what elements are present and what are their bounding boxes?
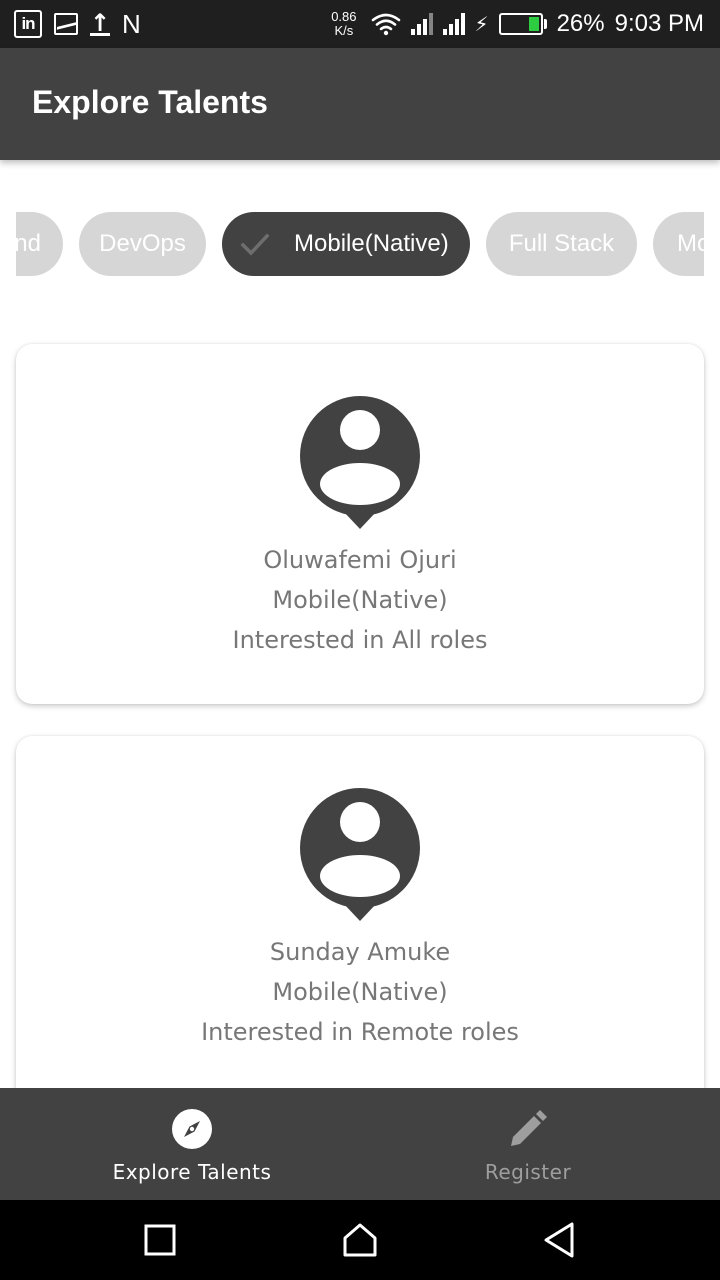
chip-label: Mobile(Native) [294,230,449,257]
nav-label: Register [484,1160,572,1184]
talent-name: Oluwafemi Ojuri [263,546,457,574]
clock: 9:03 PM [614,10,704,37]
nav-label: Explore Talents [112,1160,272,1184]
battery-level-fill [529,17,539,31]
image-icon [54,13,78,35]
system-navigation-bar [0,1200,720,1280]
chip-label: End [16,230,41,257]
talent-role: Mobile(Native) [272,978,448,1006]
bottom-navigation: Explore Talents Register [0,1088,720,1200]
signal-strength-icon-2 [442,13,465,35]
back-icon[interactable] [540,1220,580,1260]
compass-icon [172,1109,212,1149]
chip-label: DevOps [99,230,186,257]
chip-end[interactable]: End [16,212,63,276]
pencil-icon [511,1110,547,1146]
category-chip-list[interactable]: End DevOps Mobile(Native) Full Stack Mo [16,212,704,276]
notification-icons: in ↑ N [14,8,141,40]
network-speed-value: 0.86 [331,9,357,24]
page-title: Explore Talents [32,84,268,120]
system-status: 0.86 K/s ⚡ 26% 9:03 PM [331,6,704,42]
check-icon [240,233,270,256]
upload-icon: ↑ [89,8,111,37]
chip-label: Full Stack [508,230,615,257]
chip-label: Mo [677,230,704,257]
charging-icon: ⚡ [474,12,489,36]
recents-icon[interactable] [140,1220,180,1260]
talent-role: Mobile(Native) [272,586,448,614]
status-bar: in ↑ N 0.86 K/s ⚡ 26% 9:03 PM [0,0,720,48]
network-speed: 0.86 K/s [331,10,356,38]
battery-icon [498,13,547,35]
network-speed-unit: K/s [334,23,354,38]
chip-full-stack[interactable]: Full Stack [486,212,637,276]
linkedin-icon: in [14,10,42,38]
chip-mo[interactable]: Mo [653,212,704,276]
home-icon[interactable] [340,1220,380,1260]
nav-item-register[interactable]: Register [348,1088,708,1200]
talent-interest: Interested in Remote roles [201,1018,519,1046]
chip-mobile-native[interactable]: Mobile(Native) [222,212,470,276]
talent-name: Sunday Amuke [269,938,451,966]
profile-pin-icon [300,396,420,529]
talent-interest: Interested in All roles [232,626,488,654]
wifi-icon [371,13,400,36]
app-bar: Explore Talents [0,48,720,160]
signal-strength-icon-1 [410,13,433,35]
battery-percent: 26% [556,10,605,37]
nav-item-explore-talents[interactable]: Explore Talents [12,1088,372,1200]
n-icon: N [122,8,141,39]
talent-card[interactable]: Oluwafemi Ojuri Mobile(Native) Intereste… [16,344,704,704]
talent-card[interactable]: Sunday Amuke Mobile(Native) Interested i… [16,736,704,1108]
chip-devops[interactable]: DevOps [79,212,206,276]
profile-pin-icon [300,788,420,921]
